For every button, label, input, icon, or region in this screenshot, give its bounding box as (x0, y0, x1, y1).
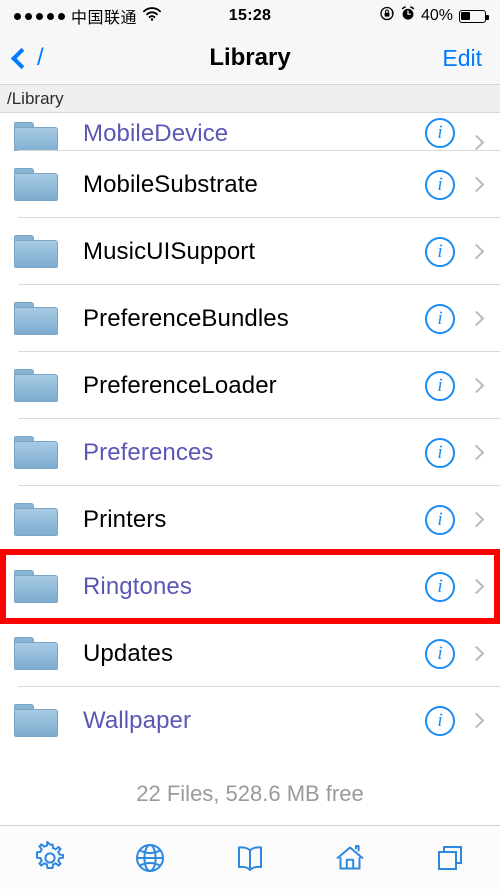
alarm-clock-icon (401, 6, 415, 26)
navigation-bar: / Library Edit (0, 32, 500, 85)
chevron-right-icon (468, 645, 485, 662)
list-item[interactable]: MobileSubstrate i (0, 151, 500, 218)
chevron-right-icon (468, 578, 485, 595)
list-item[interactable]: Updates i (0, 620, 500, 687)
info-button[interactable]: i (425, 118, 455, 148)
book-icon (233, 841, 267, 875)
list-item[interactable]: Wallpaper i (0, 687, 500, 754)
signal-dot (14, 12, 21, 20)
folder-icon (14, 235, 58, 268)
folder-icon (14, 369, 58, 402)
phone-screen: 中国联通 15:28 40% / Library Edit /Library M… (0, 0, 500, 889)
home-icon (333, 841, 367, 875)
list-item-label: MobileDevice (83, 120, 229, 147)
list-item-label: Updates (83, 639, 174, 667)
tab-bar (0, 825, 500, 889)
chevron-right-icon (468, 511, 485, 528)
rotation-lock-icon (380, 6, 395, 26)
chevron-right-icon (468, 243, 485, 260)
info-button[interactable]: i (425, 236, 455, 267)
list-item-label: Ringtones (83, 572, 192, 600)
list-item-label: MusicUISupport (83, 237, 256, 265)
signal-dot (25, 12, 32, 20)
info-button[interactable]: i (425, 638, 455, 669)
copy-windows-icon (433, 841, 467, 875)
folder-icon (14, 503, 58, 536)
folder-icon (14, 570, 58, 603)
info-button[interactable]: i (425, 169, 455, 200)
back-button[interactable]: / (0, 46, 44, 70)
status-bar: 中国联通 15:28 40% (0, 0, 500, 32)
chevron-right-icon (468, 712, 485, 729)
list-item[interactable]: Ringtones i (0, 553, 500, 620)
clock-label: 15:28 (228, 7, 272, 24)
list-item[interactable]: PreferenceLoader i (0, 352, 500, 419)
globe-icon (133, 841, 167, 875)
chevron-right-icon (468, 310, 485, 327)
info-button[interactable]: i (425, 437, 455, 468)
edit-button[interactable]: Edit (442, 45, 500, 72)
back-button-label: / (37, 44, 44, 71)
folder-icon (14, 704, 58, 737)
folder-icon (14, 302, 58, 335)
folder-icon (14, 436, 58, 469)
tab-home[interactable] (300, 826, 400, 889)
signal-dot (47, 12, 54, 20)
tab-browser[interactable] (100, 826, 200, 889)
chevron-right-icon (468, 377, 485, 394)
breadcrumb: /Library (0, 85, 500, 113)
info-button[interactable]: i (425, 370, 455, 401)
list-item-label: Wallpaper (83, 706, 192, 734)
current-path-label: /Library (7, 88, 64, 108)
chevron-left-icon (10, 47, 33, 69)
battery-percent-label: 40% (420, 7, 454, 24)
chevron-right-icon (468, 176, 485, 193)
chevron-right-icon (468, 444, 485, 461)
status-bar-center: 15:28 (229, 7, 271, 25)
list-item[interactable]: PreferenceBundles i (0, 285, 500, 352)
tab-windows[interactable] (400, 826, 500, 889)
list-item[interactable]: Printers i (0, 486, 500, 553)
list-item-label: PreferenceLoader (83, 371, 277, 399)
battery-icon (459, 9, 490, 23)
status-bar-right: 40% (271, 6, 490, 26)
signal-dot (58, 12, 65, 20)
list-item-label: PreferenceBundles (83, 304, 289, 332)
gear-icon (33, 840, 67, 875)
signal-dot (36, 12, 43, 20)
list-item[interactable]: MusicUISupport i (0, 218, 500, 285)
signal-strength-dots (14, 12, 65, 20)
wifi-icon (143, 6, 161, 26)
status-bar-left: 中国联通 (14, 4, 229, 28)
page-title: Library (209, 44, 291, 71)
list-item-label: Printers (83, 505, 167, 533)
tab-settings[interactable] (0, 826, 100, 889)
folder-icon (14, 637, 58, 670)
chevron-right-icon (468, 134, 485, 151)
storage-summary-label: 22 Files, 528.6 MB free (136, 781, 364, 806)
folder-icon (14, 168, 58, 201)
tab-bookmarks[interactable] (200, 826, 300, 889)
info-button[interactable]: i (425, 571, 455, 602)
list-item-label: MobileSubstrate (83, 170, 258, 198)
file-list: MobileDevice i MobileSubstrate i MusicUISupp… (0, 113, 500, 754)
carrier-label: 中国联通 (71, 10, 138, 27)
list-item-label: Preferences (83, 438, 214, 466)
list-footer: 22 Files, 528.6 MB free (0, 754, 500, 834)
info-button[interactable]: i (425, 303, 455, 334)
list-item[interactable]: Preferences i (0, 419, 500, 486)
info-button[interactable]: i (425, 504, 455, 535)
list-item[interactable]: MobileDevice i (0, 113, 500, 155)
info-button[interactable]: i (425, 705, 455, 736)
